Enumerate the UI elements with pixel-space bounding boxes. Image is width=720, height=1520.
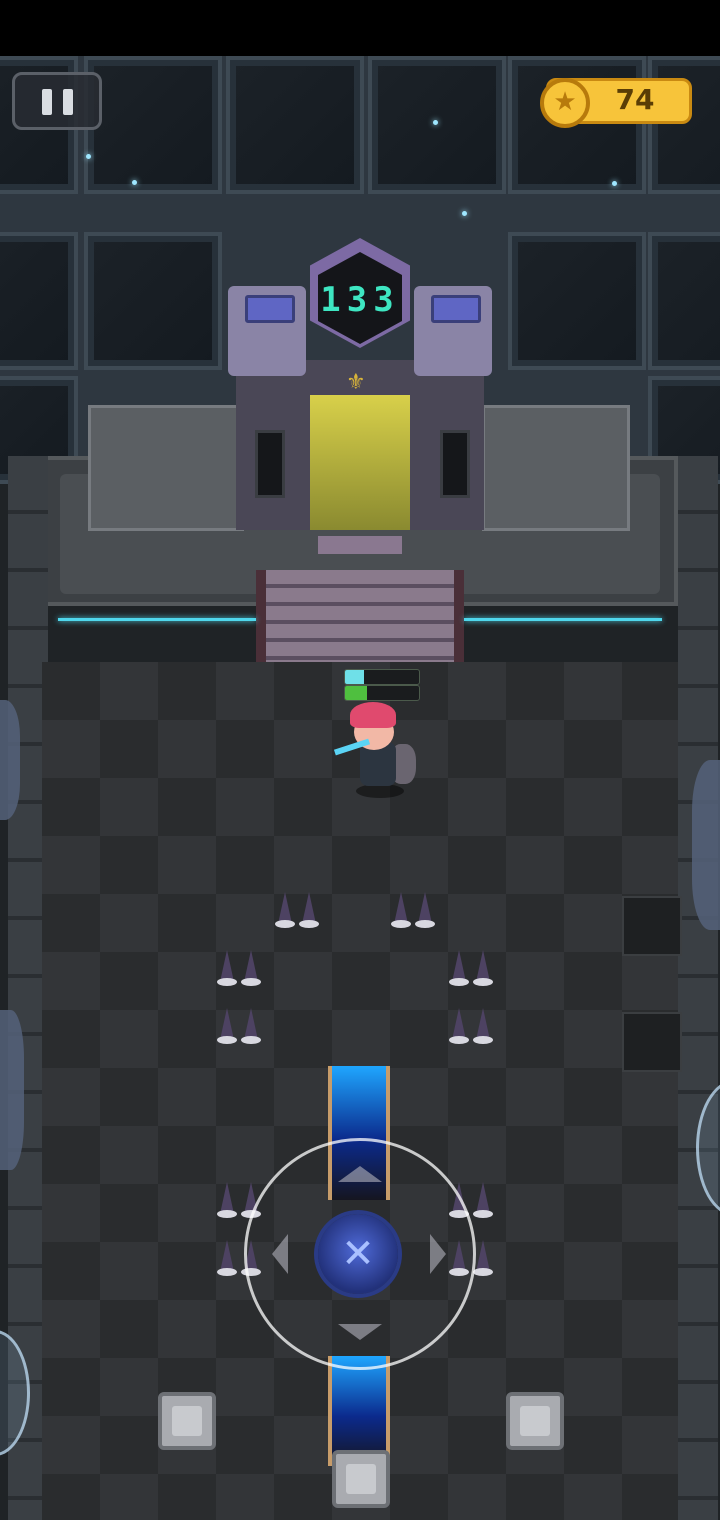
- wall-slot: [622, 896, 682, 956]
- spike-base: [391, 920, 411, 928]
- entrance-stairs: [256, 570, 464, 662]
- floor-number: 133: [320, 280, 400, 320]
- barrier-line-right: [464, 618, 662, 621]
- pause-icon: [42, 89, 52, 115]
- doormat: [318, 536, 402, 554]
- rock: [0, 1010, 24, 1170]
- player-character: [333, 700, 418, 800]
- arrow-down-icon: [338, 1324, 382, 1340]
- spike-base: [217, 978, 237, 986]
- door-panel-left: [255, 430, 285, 498]
- fleur-de-lis-icon: ⚜: [346, 370, 366, 395]
- coin-count: 74: [615, 83, 655, 116]
- star: [462, 211, 467, 216]
- shield-bar: [344, 669, 420, 685]
- rock: [0, 700, 20, 820]
- spike-base: [241, 1036, 261, 1044]
- spike-base: [217, 1036, 237, 1044]
- spike-base: [449, 978, 469, 986]
- star: [86, 154, 91, 159]
- elevator-door[interactable]: [310, 395, 410, 530]
- elevator-call-panel: [440, 430, 470, 498]
- barrier-line-left: [58, 618, 256, 621]
- spike-base: [473, 1036, 493, 1044]
- stair-wing-right: [482, 405, 630, 531]
- spike-base: [473, 1268, 493, 1276]
- wall-right: [678, 456, 718, 1520]
- spike-base: [415, 920, 435, 928]
- player-status-bars: [344, 669, 420, 701]
- stone-block: [158, 1392, 216, 1450]
- pause-button[interactable]: [12, 72, 102, 130]
- health-bar: [344, 685, 420, 701]
- game-screen: 133 ⚜ ✕ ★ 74: [0, 0, 720, 1520]
- stone-block: [332, 1450, 390, 1508]
- stair-wing-left: [88, 405, 244, 531]
- spike-base: [241, 978, 261, 986]
- spike-base: [473, 1210, 493, 1218]
- cross-icon: ✕: [341, 1231, 375, 1277]
- spike-base: [217, 1210, 237, 1218]
- spike-base: [473, 978, 493, 986]
- status-bar: [0, 0, 720, 56]
- spike-base: [299, 920, 319, 928]
- stone-block: [506, 1392, 564, 1450]
- vent-right: [431, 295, 481, 323]
- vent-left: [245, 295, 295, 323]
- rock: [692, 760, 720, 930]
- star: [433, 120, 438, 125]
- star: [612, 181, 617, 186]
- star: [132, 180, 137, 185]
- spike-base: [217, 1268, 237, 1276]
- spike-base: [449, 1036, 469, 1044]
- wall-slot: [622, 1012, 682, 1072]
- spike-base: [275, 920, 295, 928]
- arrow-up-icon: [338, 1166, 382, 1182]
- arrow-left-icon: [272, 1234, 288, 1274]
- arrow-right-icon: [430, 1234, 446, 1274]
